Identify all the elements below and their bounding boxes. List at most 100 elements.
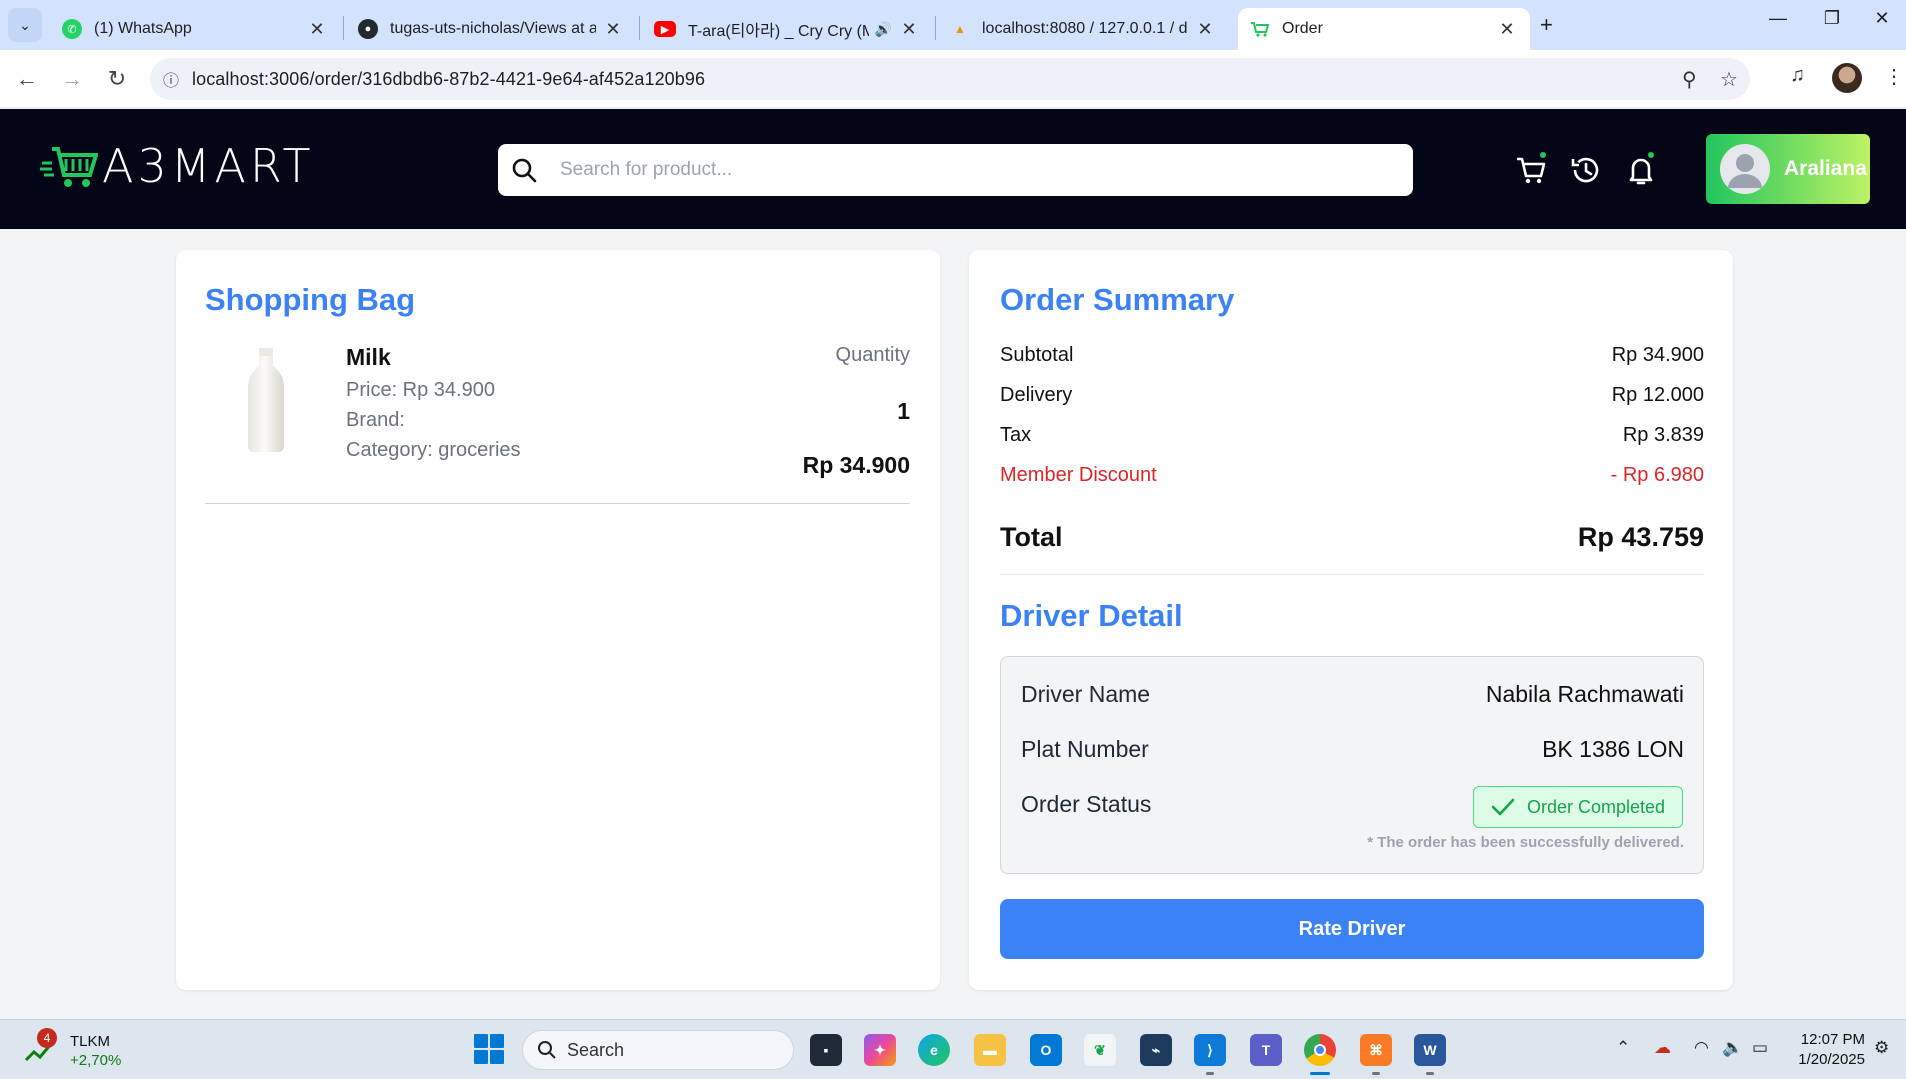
stock-badge: 4: [37, 1028, 57, 1048]
product-price: Price: Rp 34.900: [346, 379, 495, 401]
notification-dot: [1646, 150, 1656, 160]
quantity-label: Quantity: [835, 344, 910, 366]
product-category: Category: groceries: [346, 439, 521, 461]
browser-toolbar: ← → ↻ ⓘ localhost:3006/order/316dbdb6-87…: [0, 50, 1906, 108]
forward-arrow-icon[interactable]: →: [57, 64, 87, 94]
teams-icon[interactable]: T: [1250, 1034, 1282, 1066]
app-header: A3MART Araliana: [0, 109, 1906, 229]
product-name: Milk: [346, 344, 391, 370]
search-input[interactable]: [560, 159, 1380, 181]
driver-name-value: Nabila Rachmawati: [1485, 681, 1684, 707]
address-bar[interactable]: ⓘ localhost:3006/order/316dbdb6-87b2-442…: [150, 58, 1750, 100]
tab-order[interactable]: Order ✕: [1238, 8, 1530, 50]
outlook-icon[interactable]: O: [1030, 1034, 1062, 1066]
close-tab-icon[interactable]: ✕: [306, 19, 328, 40]
back-arrow-icon[interactable]: ←: [12, 64, 42, 94]
bookmark-star-icon[interactable]: ☆: [1720, 67, 1738, 92]
summary-divider: [1000, 574, 1704, 575]
user-profile-button[interactable]: Araliana: [1706, 134, 1870, 204]
chrome-icon[interactable]: [1304, 1034, 1336, 1066]
restore-icon[interactable]: ❐: [1812, 8, 1852, 29]
member-discount-value: - Rp 6.980: [1610, 464, 1704, 486]
order-status-label: Order Status: [1021, 791, 1152, 817]
rate-driver-button[interactable]: Rate Driver: [1000, 899, 1704, 959]
audio-playing-icon[interactable]: 🔊: [875, 21, 892, 38]
windows-taskbar: 4 TLKM +2,70% Search ▪ ✦ e ▬ O ❦ ⌁ ⟩ T ⌘…: [0, 1019, 1906, 1079]
search-icon: [498, 157, 550, 183]
notification-center-icon[interactable]: ⚙: [1874, 1038, 1889, 1058]
tab-search-button[interactable]: ⌄: [8, 8, 42, 42]
product-search[interactable]: [498, 144, 1413, 196]
item-divider: [205, 503, 910, 504]
media-control-icon[interactable]: ♫: [1790, 64, 1805, 87]
check-icon: [1491, 798, 1515, 816]
status-text: Order Completed: [1526, 796, 1666, 817]
minimize-icon[interactable]: —: [1758, 8, 1798, 29]
mysql-workbench-icon[interactable]: ⌁: [1140, 1034, 1172, 1066]
close-tab-icon[interactable]: ✕: [602, 19, 624, 40]
windows-start-icon[interactable]: [474, 1034, 504, 1064]
edge-icon[interactable]: e: [918, 1034, 950, 1066]
avatar: [1720, 144, 1770, 194]
tab-github[interactable]: ● tugas-uts-nicholas/Views at ara ✕: [346, 8, 636, 50]
youtube-icon: ▶: [654, 21, 676, 37]
stock-change: +2,70%: [70, 1052, 122, 1069]
stock-widget[interactable]: 4 TLKM +2,70%: [24, 1028, 122, 1070]
clock-date: 1/20/2025: [1798, 1051, 1865, 1068]
reload-icon[interactable]: ↻: [102, 64, 132, 94]
browser-menu-icon[interactable]: ⋮: [1884, 64, 1904, 89]
battery-icon[interactable]: ▭: [1752, 1038, 1768, 1058]
window-close-icon[interactable]: ✕: [1862, 8, 1902, 29]
total-label: Total: [1000, 522, 1063, 552]
shopping-bag-title: Shopping Bag: [205, 282, 416, 317]
tray-chevron-icon[interactable]: ⌃: [1616, 1038, 1630, 1058]
xampp-icon[interactable]: ⌘: [1360, 1034, 1392, 1066]
mongodb-icon[interactable]: ❦: [1084, 1034, 1116, 1066]
subtotal-value: Rp 34.900: [1611, 344, 1704, 366]
tab-youtube[interactable]: ▶ T-ara(티아라) _ Cry Cry (MV 🔊 ✕: [642, 8, 932, 50]
file-explorer-dark-icon[interactable]: ▪: [810, 1034, 842, 1066]
word-icon[interactable]: W: [1414, 1034, 1446, 1066]
onedrive-icon[interactable]: ☁: [1654, 1038, 1671, 1058]
close-tab-icon[interactable]: ✕: [1194, 19, 1216, 40]
clock-time: 12:07 PM: [1800, 1031, 1865, 1048]
cart-logo-icon: [40, 147, 98, 187]
plate-number-value: BK 1386 LON: [1542, 736, 1684, 762]
vscode-icon[interactable]: ⟩: [1194, 1034, 1226, 1066]
driver-name-label: Driver Name: [1021, 681, 1151, 707]
close-tab-icon[interactable]: ✕: [898, 19, 920, 40]
taskbar-search-label: Search: [567, 1039, 625, 1060]
phpmyadmin-icon: ▲: [954, 22, 966, 36]
folder-icon[interactable]: ▬: [974, 1034, 1006, 1066]
wifi-icon[interactable]: ◠: [1694, 1038, 1709, 1058]
product-brand: Brand:: [346, 409, 405, 431]
copilot-icon[interactable]: ✦: [864, 1034, 896, 1066]
volume-icon[interactable]: 🔈: [1722, 1038, 1743, 1058]
url-text: localhost:3006/order/316dbdb6-87b2-4421-…: [192, 68, 706, 89]
plate-number-label: Plat Number: [1021, 736, 1149, 762]
tax-label: Tax: [1000, 424, 1032, 446]
cart-icon[interactable]: [1514, 150, 1548, 187]
location-pin-icon[interactable]: ⚲: [1682, 67, 1697, 92]
stock-name: TLKM: [70, 1033, 111, 1050]
delivery-value: Rp 12.000: [1611, 384, 1704, 406]
system-clock[interactable]: 12:07 PM 1/20/2025: [1785, 1030, 1865, 1070]
logo-text: A3MART: [102, 139, 315, 193]
user-name: Araliana: [1784, 157, 1867, 180]
bell-icon[interactable]: [1624, 150, 1658, 187]
site-info-icon[interactable]: ⓘ: [150, 67, 192, 91]
new-tab-button[interactable]: +: [1540, 12, 1553, 38]
history-icon[interactable]: [1569, 153, 1603, 187]
site-logo[interactable]: A3MART: [40, 139, 315, 193]
taskbar-search[interactable]: Search: [522, 1030, 794, 1070]
quantity-value: 1: [897, 398, 910, 424]
tab-phpmyadmin[interactable]: ▲ localhost:8080 / 127.0.0.1 / dev ✕: [938, 8, 1228, 50]
search-icon: [538, 1041, 556, 1059]
driver-detail-title: Driver Detail: [1000, 598, 1183, 633]
order-summary-title: Order Summary: [1000, 282, 1235, 317]
tab-whatsapp[interactable]: ✆ (1) WhatsApp ✕: [50, 8, 340, 50]
close-tab-icon[interactable]: ✕: [1496, 19, 1518, 40]
github-icon: ●: [358, 19, 378, 39]
cart-notification-dot: [1538, 150, 1548, 160]
browser-profile-avatar[interactable]: [1832, 63, 1862, 93]
